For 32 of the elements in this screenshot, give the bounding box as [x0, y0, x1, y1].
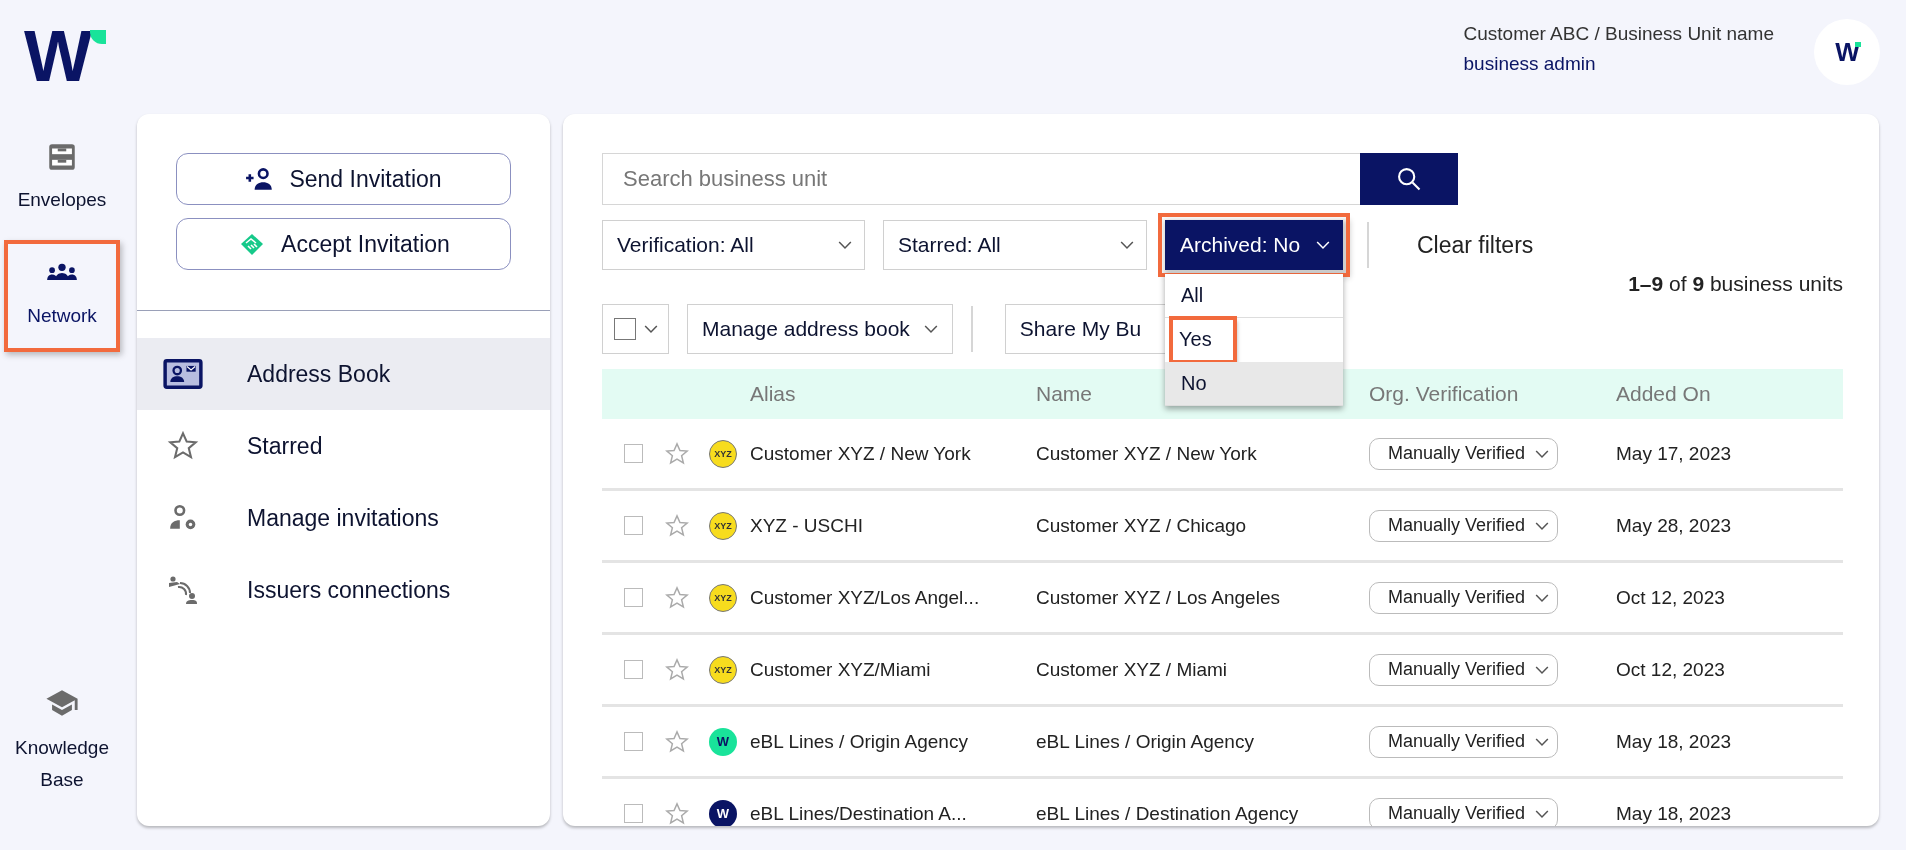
table-cell-text: Oct 12, 2023 [1616, 586, 1726, 609]
company-logo: XYZ [709, 583, 737, 612]
column-header: Name [1036, 382, 1093, 405]
column-header: Alias [750, 382, 796, 405]
table-cell-text: eBL Lines / Origin Agency [1036, 730, 1255, 753]
table-cell-text: Customer XYZ / Los Angeles [1036, 586, 1281, 609]
organization-name: Customer ABC / Business Unit name [1463, 23, 1774, 45]
table-cell-text: Customer XYZ/Miami [749, 658, 932, 681]
table-cell-text: Customer XYZ / Chicago [1036, 514, 1248, 537]
company-logo: W [709, 799, 737, 826]
table-cell-text: Customer XYZ / Miami [1036, 658, 1229, 681]
table-cell-text: May 28, 2023 [1616, 514, 1733, 537]
company-logo: XYZ [709, 655, 737, 684]
company-logo: W [709, 727, 737, 756]
company-logo: XYZ [709, 511, 737, 540]
table-cell-text: Oct 12, 2023 [1616, 658, 1726, 681]
table-cell-text: eBL Lines / Origin Agency [749, 730, 969, 753]
table-cell-text: Customer XYZ/Los Angel... [749, 586, 981, 609]
table-cell-text: Customer XYZ / New York [1036, 442, 1258, 465]
column-header: Org. Verification [1369, 382, 1519, 405]
table-cell-text: May 17, 2023 [1616, 442, 1733, 465]
result-count: 1–9 of 9 business units [1628, 272, 1843, 296]
column-header: Added On [1616, 382, 1711, 405]
table-cell-text: Customer XYZ / New York [749, 442, 972, 465]
logo: W [24, 28, 108, 84]
user-role: business admin [1463, 53, 1597, 75]
table-cell-text: May 18, 2023 [1616, 802, 1733, 825]
table-cell-text: May 18, 2023 [1616, 730, 1733, 753]
table-cell-text: eBL Lines/Destination A... [749, 802, 968, 825]
table-cell-text: XYZ - USCHI [749, 514, 864, 537]
company-logo: XYZ [709, 439, 737, 468]
table-cell-text: eBL Lines / Destination Agency [1036, 802, 1300, 825]
